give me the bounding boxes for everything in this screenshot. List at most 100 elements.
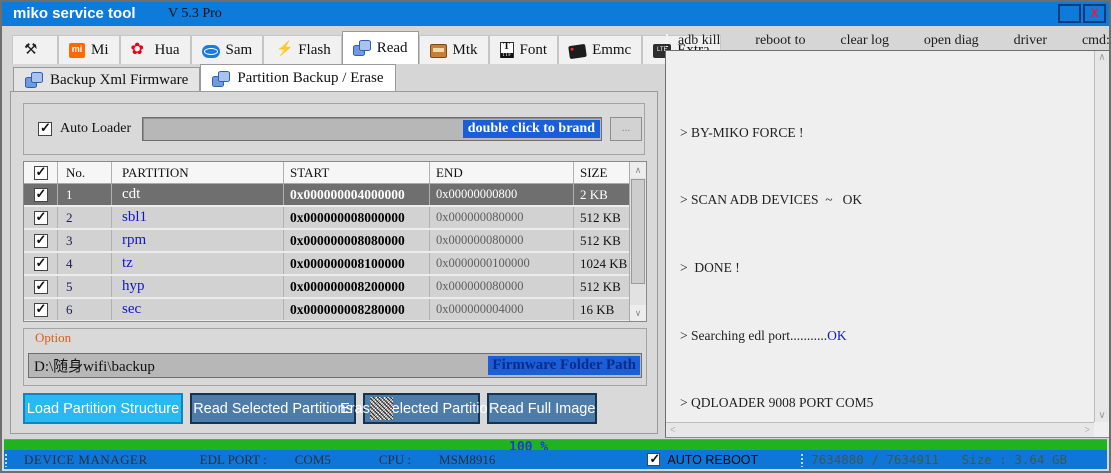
- menu-item[interactable]: open diag: [924, 33, 979, 49]
- toolbar-item[interactable]: [12, 35, 58, 64]
- statusbar-grip: [800, 452, 805, 467]
- row-checkbox[interactable]: [33, 232, 48, 248]
- table-row[interactable]: 5 hyp 0x000000008200000 0x000000080000 5…: [24, 276, 629, 297]
- partition-name: hyp: [112, 276, 284, 297]
- scroll-down-icon[interactable]: ∨: [1095, 410, 1109, 421]
- toolbar-item[interactable]: Sam: [190, 35, 264, 64]
- loader-hint: double click to brand: [462, 120, 600, 138]
- row-checkbox[interactable]: [33, 278, 48, 294]
- loader-path-input[interactable]: double click to brand: [142, 117, 602, 141]
- samsung-icon: [201, 44, 220, 58]
- action-button[interactable]: Read Selected Partitions: [190, 393, 356, 424]
- auto-loader-group: Auto Loader double click to brand ...: [23, 103, 645, 155]
- log-menu: adb kill reboot to clear log open diag d…: [678, 33, 1109, 49]
- log-vertical-scrollbar[interactable]: ∧ ∨: [1094, 51, 1109, 422]
- row-checkbox[interactable]: [33, 209, 48, 225]
- tab-label: Partition Backup / Erase: [237, 70, 384, 86]
- toolbar-item[interactable]: Font: [488, 35, 559, 64]
- partition-table: No. PARTITION START END SIZE 1 cdt 0x000…: [23, 161, 647, 322]
- menu-item[interactable]: clear log: [840, 33, 889, 49]
- toolbar-item[interactable]: Emmc: [558, 35, 643, 64]
- action-button-label: Read Full Image: [489, 400, 596, 417]
- tab[interactable]: Backup Xml Firmware: [13, 67, 201, 92]
- scroll-up-icon[interactable]: ∧: [1095, 52, 1109, 63]
- scroll-thumb[interactable]: [631, 179, 645, 284]
- toolbar-item-label: Hua: [154, 41, 180, 58]
- toolbar-item[interactable]: Flash: [263, 35, 342, 64]
- menu-item[interactable]: cmd:: [1082, 33, 1109, 49]
- table-row[interactable]: 1 cdt 0x000000004000000 0x00000000800 2 …: [24, 184, 629, 205]
- row-checkbox[interactable]: [33, 255, 48, 271]
- log-horizontal-scrollbar[interactable]: < >: [666, 422, 1094, 437]
- toolbar-item[interactable]: Read: [341, 31, 419, 64]
- emmc-chip-icon: [568, 43, 587, 59]
- action-buttons: Load Partition Structure Read Selected P…: [23, 393, 647, 424]
- browse-loader-button[interactable]: ...: [610, 117, 642, 141]
- checkbox-icon[interactable]: [38, 120, 52, 136]
- toolbar-item-label: Sam: [225, 41, 253, 58]
- mtk-icon: [429, 43, 447, 58]
- action-button[interactable]: Load Partition Structure: [23, 393, 183, 424]
- scroll-down-icon[interactable]: ∨: [630, 305, 646, 321]
- device-manager-label: DEVICE MANAGER: [24, 451, 148, 467]
- toolbar-item[interactable]: Mi: [58, 35, 120, 64]
- toolbar-item[interactable]: Mtk: [418, 35, 489, 64]
- edl-port-status: EDL PORT : COM5: [199, 451, 331, 467]
- auto-reboot-checkbox[interactable]: AUTO REBOOT: [647, 451, 758, 467]
- log-console: > BY-MIKO FORCE ! > SCAN ADB DEVICES ~ O…: [665, 50, 1109, 438]
- action-button-label: Erase Selected Partitions: [340, 400, 503, 417]
- toolbar-item-label: Mi: [91, 41, 109, 58]
- database-icon: [25, 72, 43, 88]
- toolbar: Mi Hua Sam Flash Read: [12, 31, 721, 64]
- action-button-label: Read Selected Partitions: [193, 400, 353, 417]
- sector-counter: 7634880 / 7634911 Size : 3.64 GB: [811, 452, 1067, 467]
- partition-name: sbl1: [112, 207, 284, 228]
- action-button[interactable]: Read Full Image: [487, 393, 598, 424]
- partition-name: rpm: [112, 230, 284, 251]
- firmware-path-field[interactable]: D:\随身wifi\backup Firmware Folder Path: [28, 353, 642, 378]
- app-window: miko service tool V 5.3 Pro X Mi Hua: [0, 0, 1111, 473]
- cpu-status: CPU : MSM8916: [378, 451, 496, 467]
- flash-icon: [274, 41, 293, 58]
- table-scrollbar[interactable]: ∧ ∨: [629, 162, 646, 321]
- tab-label: Backup Xml Firmware: [50, 71, 189, 88]
- menu-item[interactable]: driver: [1014, 33, 1047, 49]
- auto-loader-checkbox[interactable]: Auto Loader: [38, 120, 131, 137]
- table-row[interactable]: 3 rpm 0x000000008080000 0x000000080000 5…: [24, 230, 629, 251]
- firmware-path-value: D:\随身wifi\backup: [34, 359, 155, 375]
- partition-name: cdt: [112, 184, 284, 205]
- table-row[interactable]: 6 sec 0x000000008280000 0x000000004000 1…: [24, 299, 629, 320]
- database-read-icon: [352, 40, 371, 56]
- titlebar: miko service tool V 5.3 Pro X: [2, 2, 1109, 26]
- menu-grip: [665, 33, 669, 47]
- log-line: > BY-MIKO FORCE !: [680, 124, 804, 140]
- row-checkbox[interactable]: [33, 186, 48, 202]
- tools-icon: [23, 40, 41, 59]
- close-button[interactable]: X: [1083, 4, 1106, 23]
- menu-item[interactable]: reboot to: [755, 33, 805, 49]
- minimize-button[interactable]: [1058, 4, 1081, 23]
- toolbar-item-label: Font: [519, 41, 548, 58]
- statusbar-grip: [4, 452, 8, 467]
- table-row[interactable]: 4 tz 0x000000008100000 0x0000000100000 1…: [24, 253, 629, 274]
- table-row[interactable]: 2 sbl1 0x000000008000000 0x000000080000 …: [24, 207, 629, 228]
- scroll-right-icon[interactable]: >: [1084, 425, 1090, 436]
- menu-item[interactable]: adb kill: [678, 33, 720, 49]
- checkbox-icon[interactable]: [647, 451, 661, 467]
- scroll-up-icon[interactable]: ∧: [630, 162, 646, 178]
- table-body: 1 cdt 0x000000004000000 0x00000000800 2 …: [24, 184, 629, 320]
- row-checkbox[interactable]: [33, 301, 48, 317]
- select-all-checkbox[interactable]: [33, 164, 48, 180]
- action-button-label: Load Partition Structure: [26, 400, 180, 417]
- toolbar-item-label: Read: [376, 39, 408, 56]
- action-button[interactable]: Erase Selected Partitions: [340, 393, 503, 424]
- partition-panel: Auto Loader double click to brand ... No…: [10, 91, 658, 434]
- toolbar-item[interactable]: Hua: [119, 35, 191, 64]
- status-bar: DEVICE MANAGER EDL PORT : COM5 CPU : MSM89…: [4, 450, 1107, 469]
- tab[interactable]: Partition Backup / Erase: [200, 64, 396, 92]
- firmware-folder-path-button[interactable]: Firmware Folder Path: [488, 356, 640, 375]
- partition-name: tz: [112, 253, 284, 274]
- scroll-left-icon[interactable]: <: [670, 425, 676, 436]
- log-line: > Searching edl port...........OK: [680, 327, 847, 343]
- log-line: > QDLOADER 9008 PORT COM5: [680, 395, 874, 411]
